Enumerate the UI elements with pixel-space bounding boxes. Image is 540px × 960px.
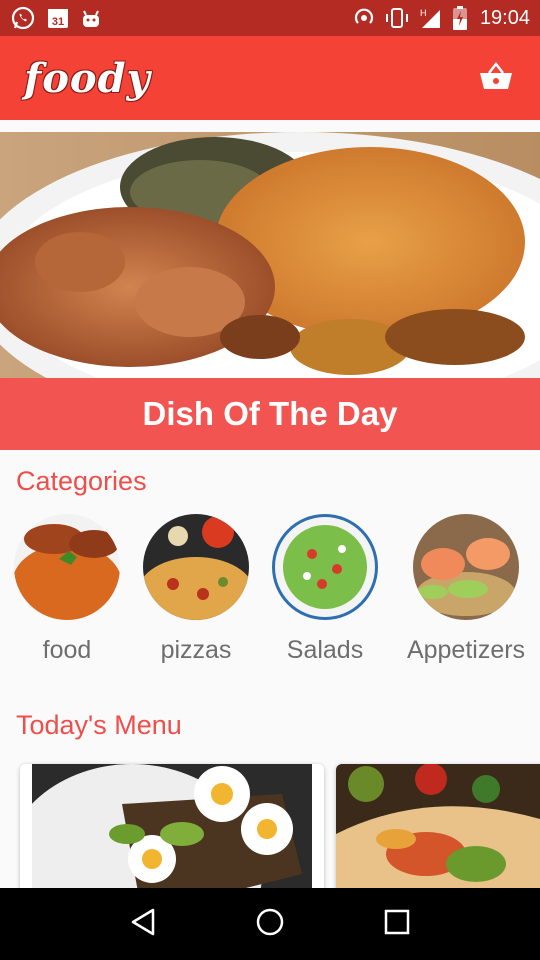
svg-text:H: H	[420, 8, 427, 18]
category-label: pizzas	[160, 636, 232, 664]
categories-list: food pizzas Salads Appetizers	[0, 514, 540, 674]
android-icon	[80, 7, 102, 29]
recents-icon	[383, 908, 411, 941]
todays-menu-list	[0, 764, 540, 904]
category-item-pizzas[interactable]: pizzas	[131, 514, 261, 674]
app-bar: foody	[0, 36, 540, 120]
category-image-pizzas	[143, 514, 249, 620]
status-bar: 31 H 19:04	[0, 0, 540, 36]
home-button[interactable]	[240, 894, 300, 954]
categories-heading: Categories	[16, 466, 147, 496]
category-item-appetizers[interactable]: Appetizers	[401, 514, 531, 674]
recents-button[interactable]	[367, 894, 427, 954]
menu-card-image	[336, 764, 540, 904]
home-icon	[255, 907, 285, 942]
whatsapp-icon	[10, 5, 36, 31]
shopping-basket-icon	[479, 61, 513, 96]
category-image-appetizers	[413, 514, 519, 620]
back-button[interactable]	[113, 894, 173, 954]
app-screen: 31 H 19:04 foody Dish Of The Day Categor…	[0, 0, 540, 960]
category-label: Appetizers	[406, 636, 526, 664]
battery-charging-icon	[452, 5, 468, 31]
signal-icon: H	[418, 6, 444, 30]
category-image-food	[14, 514, 120, 620]
menu-card[interactable]	[336, 764, 540, 904]
cart-button[interactable]	[476, 58, 516, 98]
category-item-salads[interactable]: Salads	[260, 514, 390, 674]
back-icon	[129, 907, 157, 942]
status-time: 19:04	[479, 6, 530, 29]
menu-card[interactable]	[20, 764, 324, 904]
vibrate-icon	[384, 6, 410, 30]
app-logo: foody	[24, 54, 151, 102]
calendar-day: 31	[52, 16, 64, 28]
system-navigation-bar	[0, 888, 540, 960]
dish-of-the-day-image[interactable]	[0, 132, 540, 378]
dish-of-the-day-title: Dish Of The Day	[142, 395, 398, 432]
calendar-icon: 31	[46, 6, 70, 30]
category-label: food	[42, 636, 92, 664]
dish-of-the-day-banner[interactable]: Dish Of The Day	[0, 378, 540, 450]
hotspot-icon	[352, 6, 376, 30]
category-item-food[interactable]: food	[2, 514, 132, 674]
todays-menu-heading: Today's Menu	[16, 710, 182, 740]
category-image-salads	[272, 514, 378, 620]
category-label: Salads	[286, 636, 364, 664]
menu-card-image	[32, 764, 312, 904]
